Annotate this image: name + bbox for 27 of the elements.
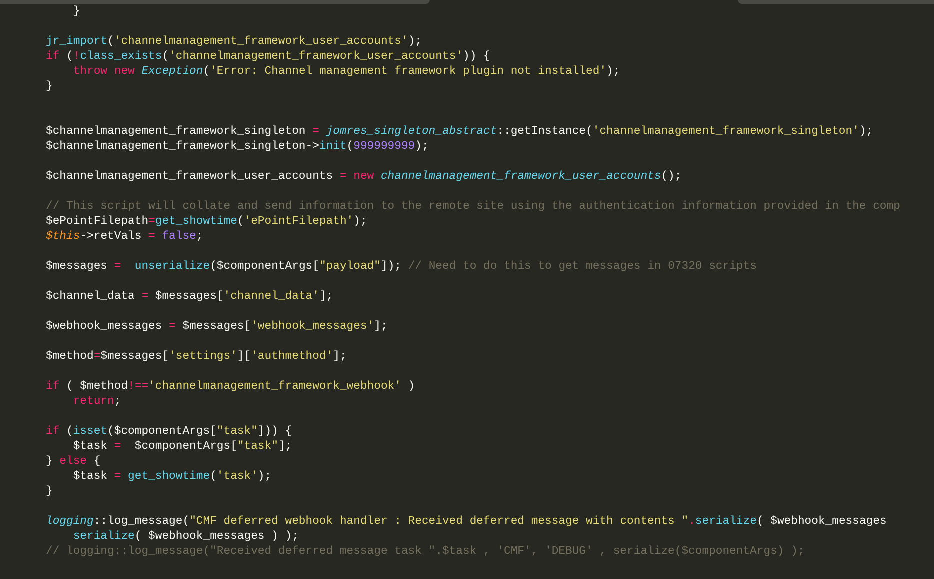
code-line: return; [72, 394, 122, 410]
code-line: serialize( $webhook_messages ) ); [72, 530, 300, 544]
code-line: $channelmanagement_framework_singleton = jomres_singleton_abstract::getInstance('channelmanagement_framework_singleton'); [46, 124, 874, 140]
code-line: // This script will collate and send information to the remote site using the authentication information provided in the comp [46, 200, 902, 214]
code-line: logging::log_message("CMF deferred webhook handler : Received deferred message with contents ".serialize( $webhook_messages [46, 514, 888, 530]
code-line: $method=$messages['settings']['authmethod']; [46, 350, 348, 364]
code-line: if (!class_exists('channelmanagement_framework_user_accounts')) { [46, 50, 492, 64]
tab-edge[interactable] [738, 0, 934, 4]
code-line: } [72, 4, 82, 20]
code-line: } else { [46, 454, 102, 470]
code-line: $task = get_showtime('task'); [72, 470, 273, 484]
tab-edge[interactable] [0, 0, 430, 4]
code-line: if ( $method!=='channelmanagement_framework_webhook' ) [46, 380, 416, 394]
code-line: $webhook_messages = $messages['webhook_messages']; [46, 320, 389, 334]
code-line: $this->retVals = false; [46, 230, 204, 244]
code-line: } [46, 80, 54, 94]
code-line: $channelmanagement_framework_user_accounts = new channelmanagement_framework_user_accounts(); [46, 170, 683, 184]
code-line: $messages = unserialize($componentArgs["payload"]); // Need to do this to get messages in 07320 scripts [46, 260, 758, 274]
code-line: jr_import('channelmanagement_framework_user_accounts'); [46, 34, 423, 50]
code-line: $channelmanagement_framework_singleton->init(999999999); [46, 140, 430, 154]
code-line: $task = $componentArgs["task"]; [72, 440, 294, 454]
code-line: $channel_data = $messages['channel_data']; [46, 290, 334, 304]
code-line: // logging::log_message("Received deferred message task ".$task , 'CMF', 'DEBUG' , serialize($componentArgs) ); [46, 544, 806, 560]
code-line: $ePointFilepath=get_showtime('ePointFilepath'); [46, 214, 368, 230]
code-line: if (isset($componentArgs["task"])) { [46, 424, 294, 440]
code-line: throw new Exception('Error: Channel management framework plugin not installed'); [72, 64, 622, 80]
code-line: } [46, 484, 54, 500]
